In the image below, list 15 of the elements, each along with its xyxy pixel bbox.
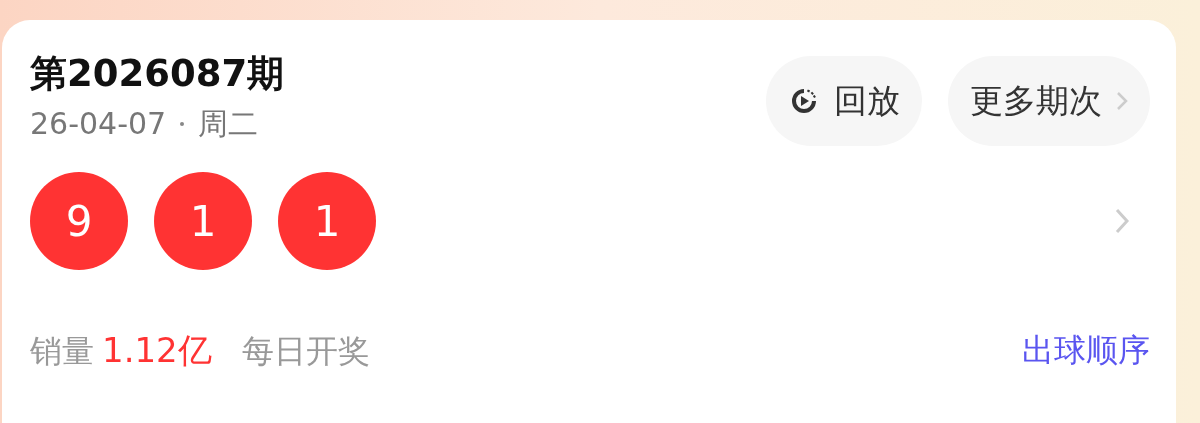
sales-label: 销量	[30, 331, 94, 372]
more-issues-button[interactable]: 更多期次	[948, 56, 1150, 146]
draw-schedule: 每日开奖	[241, 331, 370, 372]
separator-dot	[180, 122, 185, 126]
replay-button[interactable]: 回放	[766, 56, 922, 146]
issue-title: 第2026087期	[30, 51, 285, 97]
chevron-right-icon[interactable]	[1114, 207, 1130, 235]
weekday: 周二	[198, 105, 259, 143]
draw-order-link[interactable]: 出球顺序	[1022, 329, 1150, 373]
number-ball: 1	[154, 172, 252, 270]
number-ball: 9	[30, 172, 128, 270]
sales-value: 1.12亿	[102, 329, 212, 372]
chevron-right-icon	[1116, 91, 1128, 111]
number-ball: 1	[278, 172, 376, 270]
draw-date: 26-04-07	[30, 105, 167, 143]
